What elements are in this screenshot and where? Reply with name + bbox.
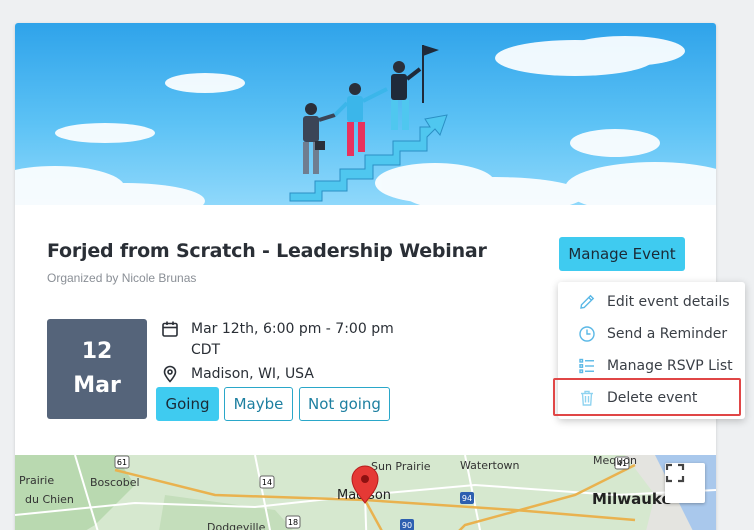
event-location-text: Madison, WI, USA [191, 366, 314, 382]
menu-item-label: Manage RSVP List [607, 358, 733, 374]
map-shield-61: 61 [117, 458, 127, 467]
map-label-dodgeville: Dodgeville [207, 521, 266, 530]
rsvp-maybe-button[interactable]: Maybe [224, 387, 293, 421]
menu-item-label: Send a Reminder [607, 326, 728, 342]
map-fullscreen-button[interactable] [665, 463, 705, 503]
map-shield-94: 94 [462, 494, 472, 503]
manage-event-menu: Edit event details Send a Reminder Manag… [558, 282, 745, 419]
map-label-prairie: Prairie [19, 474, 54, 487]
menu-item-label: Edit event details [607, 294, 730, 310]
clock-icon [578, 325, 596, 343]
event-date-badge: 12 Mar [47, 319, 147, 419]
event-date-day: 12 [81, 339, 113, 364]
rsvp-not-going-button[interactable]: Not going [299, 387, 390, 421]
map-shield-14: 14 [262, 478, 272, 487]
manage-event-button[interactable]: Manage Event [559, 237, 685, 271]
menu-item-send-reminder[interactable]: Send a Reminder [558, 318, 745, 350]
menu-item-manage-rsvp[interactable]: Manage RSVP List [558, 350, 745, 382]
map-label-milwaukee: Milwauke [592, 490, 672, 508]
event-date-month: Mar [73, 373, 121, 398]
location-pin-icon [161, 365, 179, 383]
event-map[interactable]: 61 14 94 18 90 41 Prairie du Chien Bosco… [15, 455, 716, 530]
map-shield-90: 90 [402, 521, 412, 530]
event-title: Forjed from Scratch - Leadership Webinar [47, 240, 487, 262]
event-location-row: Madison, WI, USA [161, 364, 314, 385]
menu-item-edit-event[interactable]: Edit event details [558, 286, 745, 318]
calendar-icon [161, 320, 179, 338]
pencil-icon [578, 293, 596, 311]
map-label-watertown: Watertown [460, 459, 520, 472]
event-time-row: Mar 12th, 6:00 pm - 7:00 pm CDT [161, 319, 394, 361]
event-time-text: Mar 12th, 6:00 pm - 7:00 pm [191, 321, 394, 337]
menu-item-delete-event[interactable]: Delete event [558, 382, 745, 414]
map-label-du-chien: du Chien [25, 493, 74, 506]
menu-item-label: Delete event [607, 390, 698, 406]
event-timezone-text: CDT [191, 342, 221, 358]
map-label-boscobel: Boscobel [90, 476, 140, 489]
map-shield-18: 18 [288, 518, 298, 527]
map-label-mequon: Mequon [593, 455, 637, 467]
rsvp-going-button[interactable]: Going [156, 387, 219, 421]
trash-icon [578, 389, 596, 407]
event-organizer: Organized by Nicole Brunas [47, 271, 197, 285]
event-banner-image [15, 23, 716, 205]
map-label-sun-prairie: Sun Prairie [371, 460, 431, 473]
event-card: Forjed from Scratch - Leadership Webinar… [15, 23, 716, 530]
list-icon [578, 357, 596, 375]
